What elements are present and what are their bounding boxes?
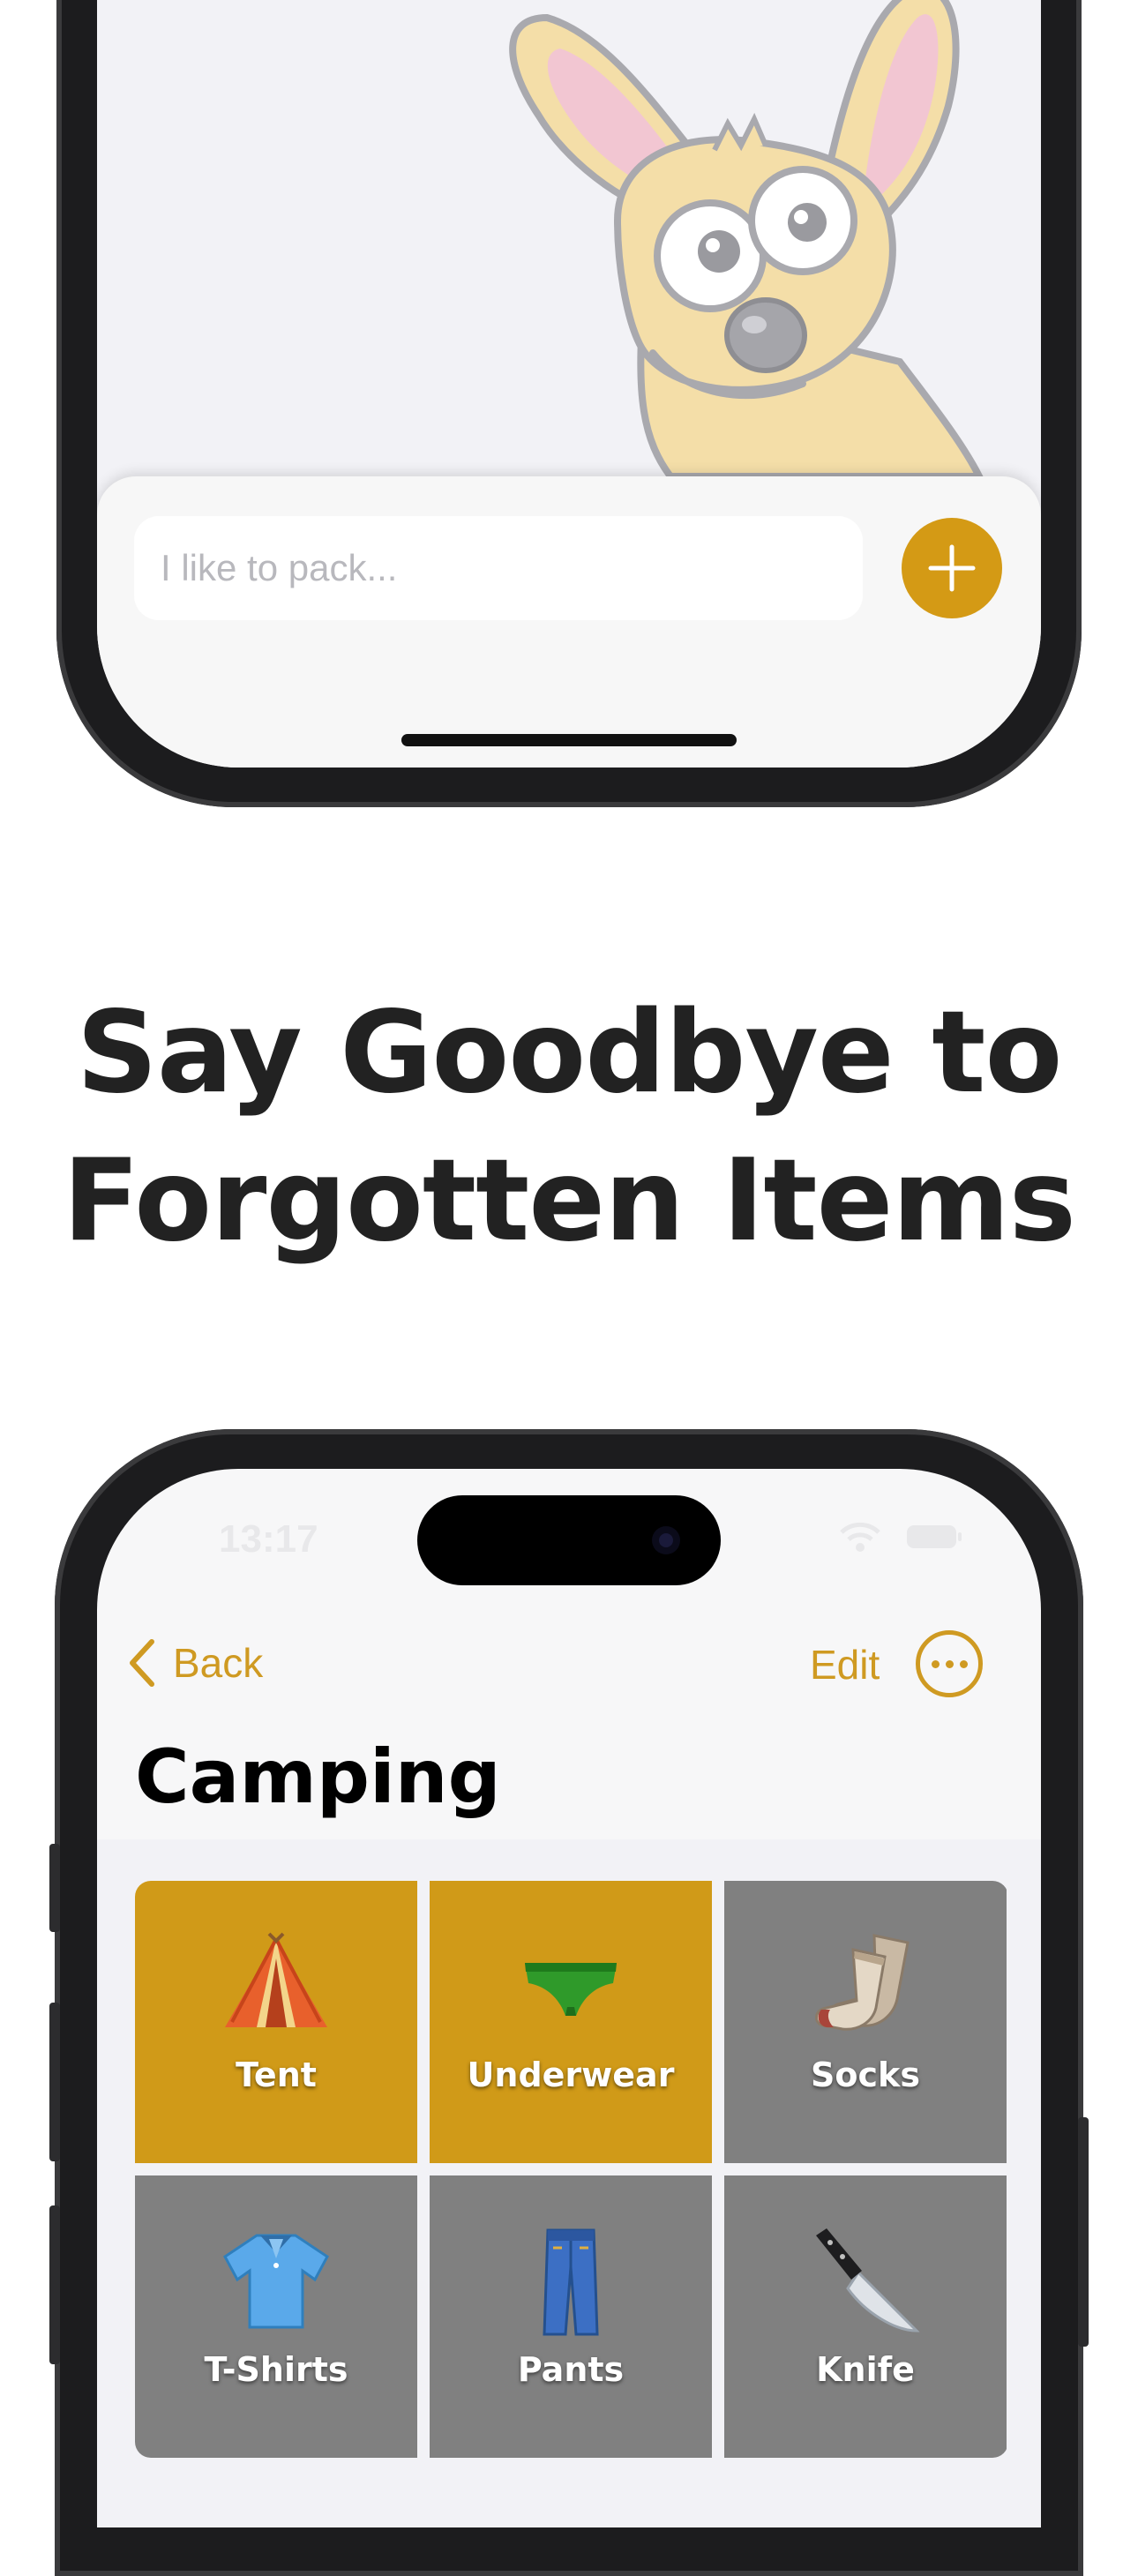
item-tile-knife[interactable]: Knife xyxy=(724,2175,1007,2458)
item-tile-socks[interactable]: Socks xyxy=(724,1881,1007,2163)
chevron-left-icon xyxy=(130,1639,154,1687)
headline-line-1: Say Goodbye to xyxy=(76,987,1063,1119)
knife-icon xyxy=(816,2228,920,2333)
add-item-button[interactable] xyxy=(902,518,1002,618)
packing-items-grid: Tent Underwear Socks T-Shirts Pants Knif… xyxy=(135,1881,1008,2458)
wifi-icon xyxy=(840,1522,880,1552)
edit-button[interactable]: Edit xyxy=(810,1641,880,1689)
item-tile-pants[interactable]: Pants xyxy=(430,2175,712,2458)
home-indicator xyxy=(401,734,737,746)
underwear-icon xyxy=(525,1963,617,2016)
power-button xyxy=(1078,2117,1089,2347)
camera-icon xyxy=(652,1526,680,1554)
marketing-headline: Say Goodbye to Forgotten Items xyxy=(0,979,1138,1276)
action-button xyxy=(49,1844,60,1932)
plus-icon xyxy=(928,544,976,592)
page-title: Camping xyxy=(135,1734,501,1820)
ellipsis-icon xyxy=(931,1659,940,1668)
pack-item-input[interactable] xyxy=(134,516,863,620)
item-label: T-Shirts xyxy=(204,2350,348,2389)
socks-icon xyxy=(815,1934,910,2031)
item-label: Pants xyxy=(517,2350,625,2389)
tent-icon xyxy=(225,1932,327,2027)
back-label: Back xyxy=(173,1640,264,1686)
item-tile-tent[interactable]: Tent xyxy=(135,1881,417,2163)
item-label: Knife xyxy=(816,2350,915,2389)
bottom-phone-screen: 13:17 Back Edit Camping Tent Underwear S… xyxy=(97,1469,1041,2527)
add-item-sheet xyxy=(97,476,1041,768)
pants-icon xyxy=(543,2228,599,2336)
ellipsis-dot xyxy=(959,1659,968,1668)
item-label: Socks xyxy=(811,2056,920,2094)
tshirt-icon xyxy=(223,2234,329,2329)
status-time: 13:17 xyxy=(219,1517,318,1561)
item-label: Tent xyxy=(236,2056,317,2094)
item-label: Underwear xyxy=(467,2056,675,2094)
status-icons xyxy=(838,1520,963,1554)
item-tile-underwear[interactable]: Underwear xyxy=(430,1881,712,2163)
ellipsis-dot xyxy=(945,1659,954,1668)
battery-icon xyxy=(907,1525,962,1548)
volume-down-button xyxy=(49,2205,60,2364)
dynamic-island xyxy=(417,1495,721,1585)
top-phone-screen xyxy=(97,0,1041,768)
volume-up-button xyxy=(49,2003,60,2161)
back-button[interactable]: Back xyxy=(127,1638,263,1688)
item-tile-tshirts[interactable]: T-Shirts xyxy=(135,2175,417,2458)
more-options-button[interactable] xyxy=(916,1630,983,1697)
headline-line-2: Forgotten Items xyxy=(63,1135,1076,1267)
kangaroo-mascot-illustration xyxy=(509,0,984,476)
